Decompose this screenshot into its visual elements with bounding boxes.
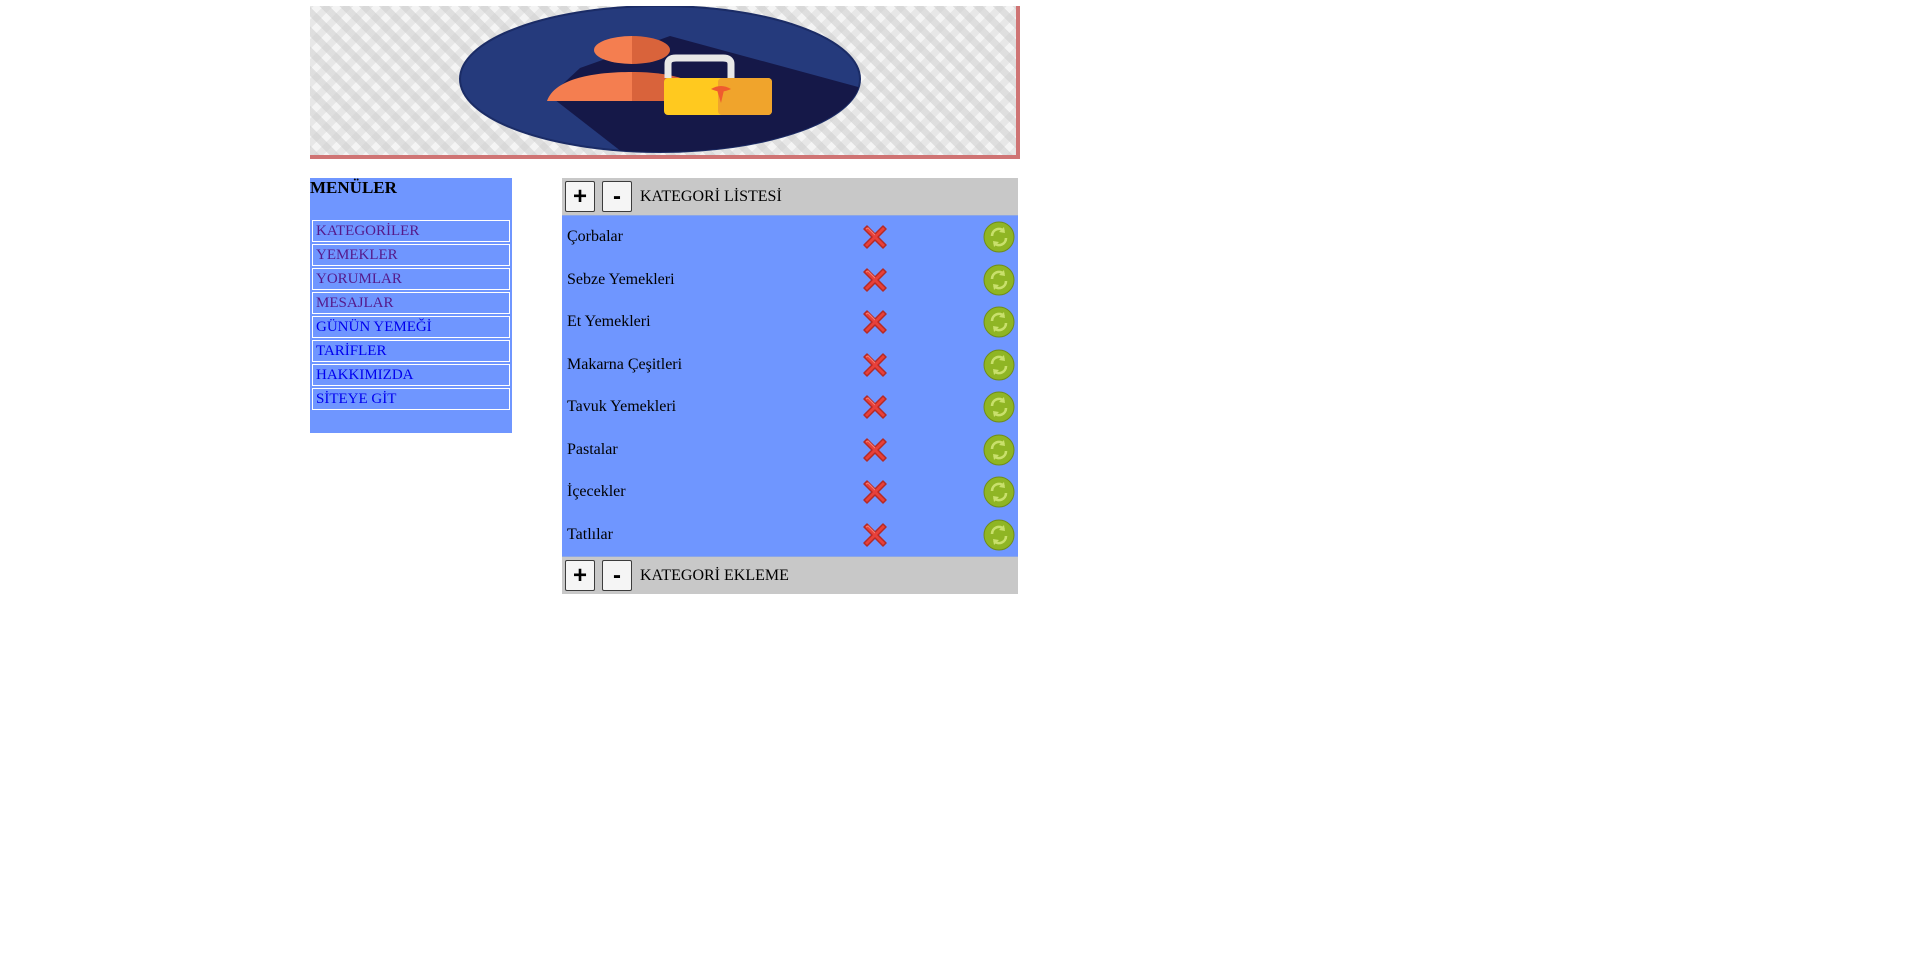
sidebar: MENÜLER KATEGORİLER YEMEKLER YORUMLAR MESAJ…	[310, 178, 512, 433]
category-add-header: + - KATEGORİ EKLEME	[562, 557, 1018, 594]
category-row: Pastalar	[562, 429, 1018, 472]
delete-icon[interactable]	[858, 518, 892, 552]
refresh-icon[interactable]	[982, 348, 1016, 382]
sidebar-link[interactable]: YEMEKLER	[312, 244, 510, 266]
refresh-icon[interactable]	[982, 518, 1016, 552]
sidebar-link[interactable]: YORUMLAR	[312, 268, 510, 290]
category-name: Makarna Çeşitleri	[567, 355, 683, 373]
refresh-icon[interactable]	[982, 475, 1016, 509]
delete-icon[interactable]	[858, 348, 892, 382]
category-row: Sebze Yemekleri	[562, 259, 1018, 302]
sidebar-link[interactable]: MESAJLAR	[312, 292, 510, 314]
sidebar-title: MENÜLER	[310, 178, 397, 197]
category-name: Et Yemekleri	[567, 313, 651, 330]
category-row: Tavuk Yemekleri	[562, 386, 1018, 429]
expand-category-add-button[interactable]: +	[565, 560, 595, 591]
category-row: Et Yemekleri	[562, 301, 1018, 344]
category-name: Tatlılar	[567, 525, 613, 543]
user-lock-icon	[459, 6, 861, 153]
category-list-title: KATEGORİ LİSTESİ	[640, 187, 782, 205]
delete-icon[interactable]	[858, 263, 892, 297]
collapse-category-list-button[interactable]: -	[602, 181, 632, 212]
sidebar-menu: KATEGORİLER YEMEKLER YORUMLAR MESAJLAR GÜNÜN…	[312, 220, 510, 412]
delete-icon[interactable]	[858, 220, 892, 254]
category-name: Pastalar	[567, 440, 618, 458]
delete-icon[interactable]	[858, 390, 892, 424]
category-row: Makarna Çeşitleri	[562, 344, 1018, 387]
header-banner	[310, 6, 1020, 159]
category-name: Sebze Yemekleri	[567, 270, 675, 288]
collapse-category-add-button[interactable]: -	[602, 560, 632, 591]
refresh-icon[interactable]	[982, 220, 1016, 254]
category-name: İçecekler	[567, 483, 626, 500]
refresh-icon[interactable]	[982, 433, 1016, 467]
sidebar-link[interactable]: TARİFLER	[312, 340, 510, 362]
category-row: Çorbalar	[562, 216, 1018, 259]
delete-icon[interactable]	[858, 305, 892, 339]
category-row: İçecekler	[562, 471, 1018, 514]
category-name: Çorbalar	[567, 228, 623, 245]
sidebar-link[interactable]: GÜNÜN YEMEĞİ	[312, 316, 510, 338]
category-list-header: + - KATEGORİ LİSTESİ	[562, 178, 1018, 215]
category-name: Tavuk Yemekleri	[567, 398, 677, 415]
sidebar-link[interactable]: SİTEYE GİT	[312, 388, 510, 410]
main-content: + - KATEGORİ LİSTESİ Çorbalar Sebze Yemek…	[562, 178, 1018, 594]
category-add-title: KATEGORİ EKLEME	[640, 566, 789, 584]
delete-icon[interactable]	[858, 475, 892, 509]
sidebar-link[interactable]: HAKKIMIZDA	[312, 364, 510, 386]
category-table: Çorbalar Sebze Yemekleri Et Yemekleri Makar…	[562, 215, 1018, 557]
refresh-icon[interactable]	[982, 263, 1016, 297]
category-row: Tatlılar	[562, 514, 1018, 557]
sidebar-link[interactable]: KATEGORİLER	[312, 220, 510, 242]
refresh-icon[interactable]	[982, 390, 1016, 424]
delete-icon[interactable]	[858, 433, 892, 467]
expand-category-list-button[interactable]: +	[565, 181, 595, 212]
refresh-icon[interactable]	[982, 305, 1016, 339]
